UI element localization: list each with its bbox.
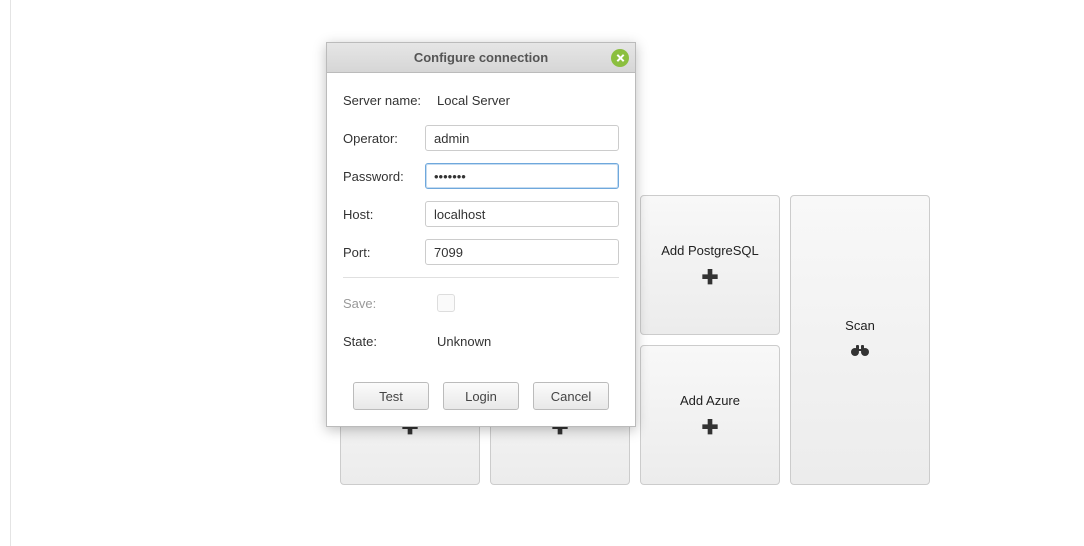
plus-icon: ✚: [702, 418, 719, 438]
login-button[interactable]: Login: [443, 382, 519, 410]
configure-connection-dialog: Configure connection Server name: Local …: [326, 42, 636, 427]
host-field[interactable]: [425, 201, 619, 227]
label-port: Port:: [343, 245, 425, 260]
dialog-titlebar: Configure connection: [327, 43, 635, 73]
label-save: Save:: [343, 296, 437, 311]
close-icon[interactable]: [611, 49, 629, 67]
tile-label: Add PostgreSQL: [661, 243, 759, 258]
tile-add-azure[interactable]: Add Azure ✚: [640, 345, 780, 485]
dialog-buttons: Test Login Cancel: [327, 370, 635, 426]
password-field[interactable]: [425, 163, 619, 189]
label-operator: Operator:: [343, 131, 425, 146]
divider: [343, 277, 619, 278]
dialog-title-text: Configure connection: [414, 50, 548, 65]
value-server-name: Local Server: [437, 93, 619, 108]
operator-field[interactable]: [425, 125, 619, 151]
tile-label: Add Azure: [680, 393, 740, 408]
test-button[interactable]: Test: [353, 382, 429, 410]
tile-scan[interactable]: Scan: [790, 195, 930, 485]
left-divider: [10, 0, 11, 546]
tile-label: Scan: [845, 318, 875, 333]
label-state: State:: [343, 334, 437, 349]
label-password: Password:: [343, 169, 425, 184]
save-checkbox[interactable]: [437, 294, 455, 312]
value-state: Unknown: [437, 334, 619, 349]
plus-icon: ✚: [702, 268, 719, 288]
label-host: Host:: [343, 207, 425, 222]
tile-add-postgresql[interactable]: Add PostgreSQL ✚: [640, 195, 780, 335]
port-field[interactable]: [425, 239, 619, 265]
dialog-body: Server name: Local Server Operator: Pass…: [327, 73, 635, 370]
cancel-button[interactable]: Cancel: [533, 382, 609, 410]
binoculars-icon: [851, 343, 869, 362]
label-server-name: Server name:: [343, 93, 437, 108]
